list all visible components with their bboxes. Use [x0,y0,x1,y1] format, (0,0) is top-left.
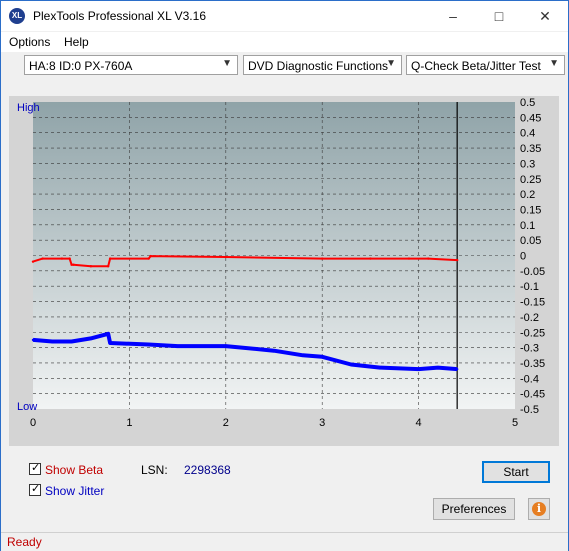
y-tick-label: 0.15 [520,204,541,216]
info-icon: i [532,502,546,516]
lsn-value: 2298368 [184,463,231,477]
checkmark-icon: ✓ [31,462,41,474]
minimize-icon[interactable]: – [430,1,476,31]
beta-data-point [72,263,75,266]
start-button[interactable]: Start [482,461,550,483]
jitter-data-point [70,340,73,343]
x-tick-label: 0 [30,417,36,429]
beta-data-point [369,257,372,260]
beta-data-point [106,265,110,268]
y-tick-label: -0.05 [520,266,545,278]
jitter-data-point [455,367,459,371]
test-select[interactable]: Q-Check Beta/Jitter Test ▼ [406,55,565,75]
preferences-button[interactable]: Preferences [433,498,515,520]
y-tick-label: 0.45 [520,112,541,124]
y-tick-label: 0.5 [520,97,535,109]
jitter-data-point [147,343,150,346]
beta-data-point [407,257,411,260]
jitter-data-point [176,344,179,348]
beta-data-point [224,255,227,259]
show-jitter-checkbox[interactable]: ✓ [29,483,41,496]
test-select-value: Q-Check Beta/Jitter Test [411,59,541,73]
drive-select-value: HA:8 ID:0 PX-760A [29,59,133,73]
controls-panel: ✓ Show Beta ✓ Show Jitter LSN: 2298368 S… [9,453,559,525]
beta-data-point [41,257,44,260]
y-tick-label: -0.3 [520,343,539,355]
jitter-data-point [51,340,54,343]
x-tick-label: 4 [416,417,422,429]
y-tick-label: 0 [520,251,526,263]
show-beta-label[interactable]: Show Beta [45,463,103,477]
jitter-data-point [106,332,110,335]
window-title: PlexTools Professional XL V3.16 [33,9,206,23]
jitter-data-point [436,366,440,369]
y-tick-label: 0.35 [520,143,541,155]
beta-data-point [321,257,324,260]
beta-data-point [31,260,35,263]
app-logo-icon: XL [9,8,25,24]
menu-options[interactable]: Options [9,35,50,49]
beta-data-point [149,254,152,258]
y-tick-label: -0.2 [520,312,539,324]
jitter-data-point [108,341,112,345]
chart-panel: 0.5 0.45 0.4 0.35 0.3 0.25 0.2 0.15 0.1 0.05 0 -0.0… [9,96,559,446]
beta-data-point [427,257,430,260]
jitter-data-point [417,367,420,371]
info-button[interactable]: i [528,498,550,520]
lsn-label: LSN: [141,463,168,477]
y-tick-label: -0.45 [520,389,545,401]
y-tick-label: 0.3 [520,158,535,170]
function-select-value: DVD Diagnostic Functions [248,59,389,73]
x-tick-label: 3 [319,417,325,429]
y-tick-label: -0.15 [520,297,545,309]
checkmark-icon: ✓ [31,483,41,495]
chevron-down-icon: ▼ [222,58,232,69]
y-tick-label: -0.4 [520,373,539,385]
title-bar[interactable]: XL PlexTools Professional XL V3.16 – □ ✕ [1,1,568,31]
y-tick-label: 0.2 [520,189,535,201]
x-tick-label: 1 [126,417,132,429]
maximize-icon[interactable]: □ [476,1,522,31]
y-tick-label: -0.25 [520,327,545,339]
x-tick-label: 2 [223,417,229,429]
app-window: XL PlexTools Professional XL V3.16 – □ ✕… [0,0,569,551]
jitter-data-point [378,366,382,369]
jitter-data-point [89,337,93,340]
beta-data-point [108,257,112,260]
status-text: Ready [7,535,42,549]
chevron-down-icon: ▼ [386,58,396,69]
y-tick-label: -0.5 [520,404,539,416]
beta-data-point [68,257,71,260]
beta-data-point [147,257,150,260]
show-beta-checkbox[interactable]: ✓ [29,462,41,475]
beta-jitter-chart: 0.5 0.45 0.4 0.35 0.3 0.25 0.2 0.15 0.1 0.05 0 -0.0… [30,97,545,429]
jitter-data-point [301,354,305,357]
menu-bar: Options Help [1,32,568,52]
y-tick-label: 0.4 [520,128,535,140]
high-label: High [17,102,40,114]
beta-data-point [455,258,459,262]
jitter-data-point [31,338,35,342]
y-tick-label: 0.25 [520,174,541,186]
y-tick-label: -0.1 [520,281,539,293]
jitter-data-point [349,363,353,366]
y-tick-label: 0.1 [520,220,535,232]
chevron-down-icon: ▼ [549,58,559,69]
drive-select[interactable]: HA:8 ID:0 PX-760A ▼ [24,55,238,75]
close-icon[interactable]: ✕ [522,1,568,31]
beta-data-point [89,265,93,268]
low-label: Low [17,401,38,413]
jitter-data-point [272,349,276,352]
menu-help[interactable]: Help [64,35,89,49]
status-bar: Ready [1,532,568,551]
y-tick-label: -0.35 [520,358,545,370]
function-select[interactable]: DVD Diagnostic Functions ▼ [243,55,402,75]
beta-data-point [60,257,64,260]
y-tick-label: 0.05 [520,235,541,247]
jitter-data-point [224,344,227,348]
show-jitter-label[interactable]: Show Jitter [45,484,104,498]
x-tick-label: 5 [512,417,518,429]
jitter-data-point [321,355,324,359]
